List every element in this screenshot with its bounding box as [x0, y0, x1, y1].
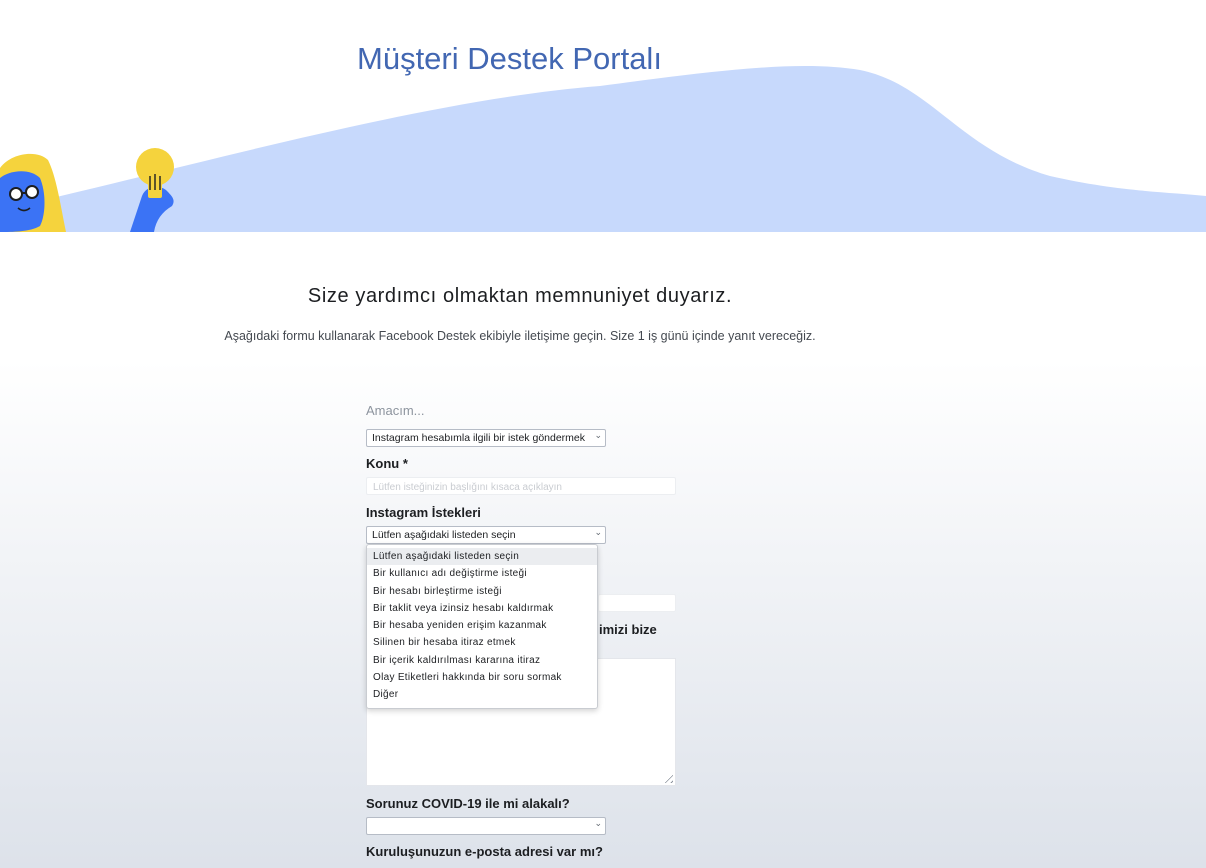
resize-handle-icon[interactable] [661, 771, 673, 783]
dropdown-option[interactable]: Bir hesaba yeniden erişim kazanmak [367, 617, 597, 634]
intro-subtext: Aşağıdaki formu kullanarak Facebook Dest… [224, 329, 816, 343]
chevron-down-icon: ⌄ [594, 818, 602, 828]
purpose-select[interactable]: Instagram hesabımla ilgili bir istek gön… [366, 429, 606, 447]
purpose-select-value: Instagram hesabımla ilgili bir istek gön… [372, 432, 586, 444]
purpose-label: Amacım... [366, 403, 425, 418]
instagram-requests-label: Instagram İstekleri [366, 505, 481, 520]
covid-question-label: Sorunuz COVID-19 ile mi alakalı? [366, 796, 570, 811]
covid-select[interactable]: ⌄ [366, 817, 606, 835]
hero-banner: Müşteri Destek Portalı [0, 0, 1206, 232]
dropdown-option[interactable]: Silinen bir hesaba itiraz etmek [367, 634, 597, 651]
dropdown-option[interactable]: Bir kullanıcı adı değiştirme isteği [367, 565, 597, 582]
dropdown-option[interactable]: Bir hesabı birleştirme isteği [367, 583, 597, 600]
chevron-down-icon: ⌄ [594, 430, 602, 440]
intro-headline: Size yardımcı olmaktan memnuniyet duyarı… [307, 285, 733, 307]
instagram-requests-dropdown: Lütfen aşağıdaki listeden seçin Bir kull… [366, 544, 598, 709]
instagram-requests-select[interactable]: Lütfen aşağıdaki listeden seçin ⌄ [366, 526, 606, 544]
subject-label: Konu * [366, 456, 408, 471]
dropdown-option[interactable]: Olay Etiketleri hakkında bir soru sormak [367, 669, 597, 686]
chevron-down-icon: ⌄ [594, 527, 602, 537]
person-with-lightbulb-illustration [0, 148, 174, 232]
hidden-text-input[interactable] [598, 594, 676, 612]
instagram-requests-select-value: Lütfen aşağıdaki listeden seçin [372, 529, 516, 541]
support-portal-page: Müşteri Destek Portalı Size yardımcı olm… [0, 0, 1206, 868]
dropdown-option[interactable]: Diğer [367, 686, 597, 703]
portal-title: Müşteri Destek Portalı [357, 41, 662, 76]
subject-input[interactable] [366, 477, 676, 495]
org-email-question-label: Kuruluşunuzun e-posta adresi var mı? [366, 844, 603, 859]
dropdown-option[interactable]: Bir içerik kaldırılması kararına itiraz [367, 652, 597, 669]
dropdown-option[interactable]: Bir taklit veya izinsiz hesabı kaldırmak [367, 600, 597, 617]
partially-hidden-label: imizi bize [599, 622, 657, 637]
dropdown-option[interactable]: Lütfen aşağıdaki listeden seçin [367, 548, 597, 566]
